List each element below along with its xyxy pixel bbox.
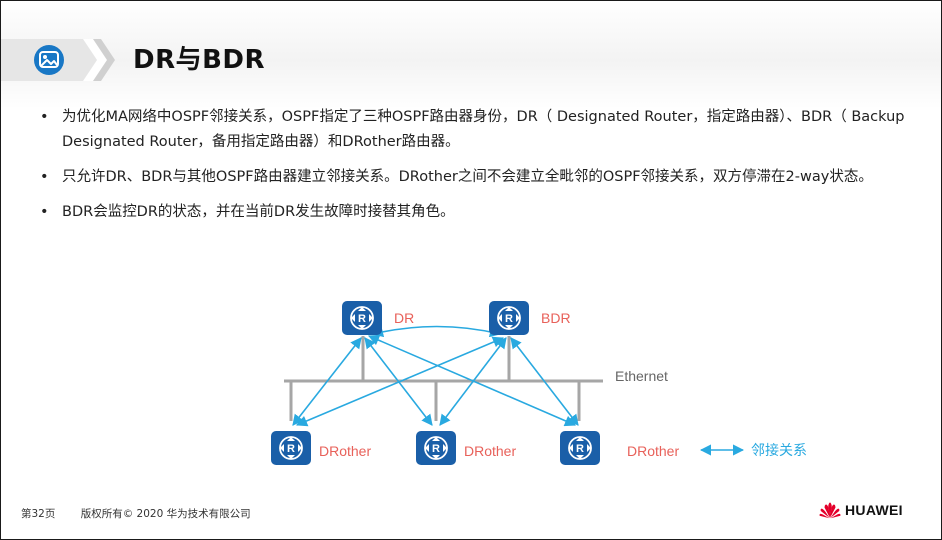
router-label-drother: DRother: [319, 443, 371, 459]
legend-label: 邻接关系: [751, 442, 807, 459]
svg-text:R: R: [505, 313, 513, 325]
router-label-drother: DRother: [627, 443, 679, 459]
router-drother-3: R: [560, 431, 600, 465]
router-dr: R: [342, 301, 382, 335]
brand-name: HUAWEI: [845, 502, 903, 518]
router-label-drother: DRother: [464, 443, 516, 459]
svg-text:R: R: [287, 443, 295, 455]
slide: DR与BDR • 为优化MA网络中OSPF邻接关系，OSPF指定了三种OSPF路…: [0, 0, 942, 540]
ospf-topology-diagram: R R R R R DR BDR DRother DRother DRother…: [271, 301, 807, 465]
ethernet-bus: [284, 336, 603, 421]
router-label-dr: DR: [394, 310, 414, 326]
router-drother-1: R: [271, 431, 311, 465]
svg-text:R: R: [576, 443, 584, 455]
page-number: 第32页: [21, 508, 56, 520]
router-drother-2: R: [416, 431, 456, 465]
router-bdr: R: [489, 301, 529, 335]
footer: 第32页 版权所有© 2020 华为技术有限公司: [21, 506, 273, 521]
huawei-logo: HUAWEI: [819, 501, 903, 519]
legend: 邻接关系: [699, 442, 807, 459]
router-label-bdr: BDR: [541, 310, 571, 326]
svg-text:R: R: [432, 443, 440, 455]
svg-text:R: R: [358, 313, 366, 325]
copyright: 版权所有© 2020 华为技术有限公司: [80, 508, 251, 520]
ethernet-label: Ethernet: [615, 368, 668, 384]
huawei-flower-icon: [819, 502, 841, 519]
